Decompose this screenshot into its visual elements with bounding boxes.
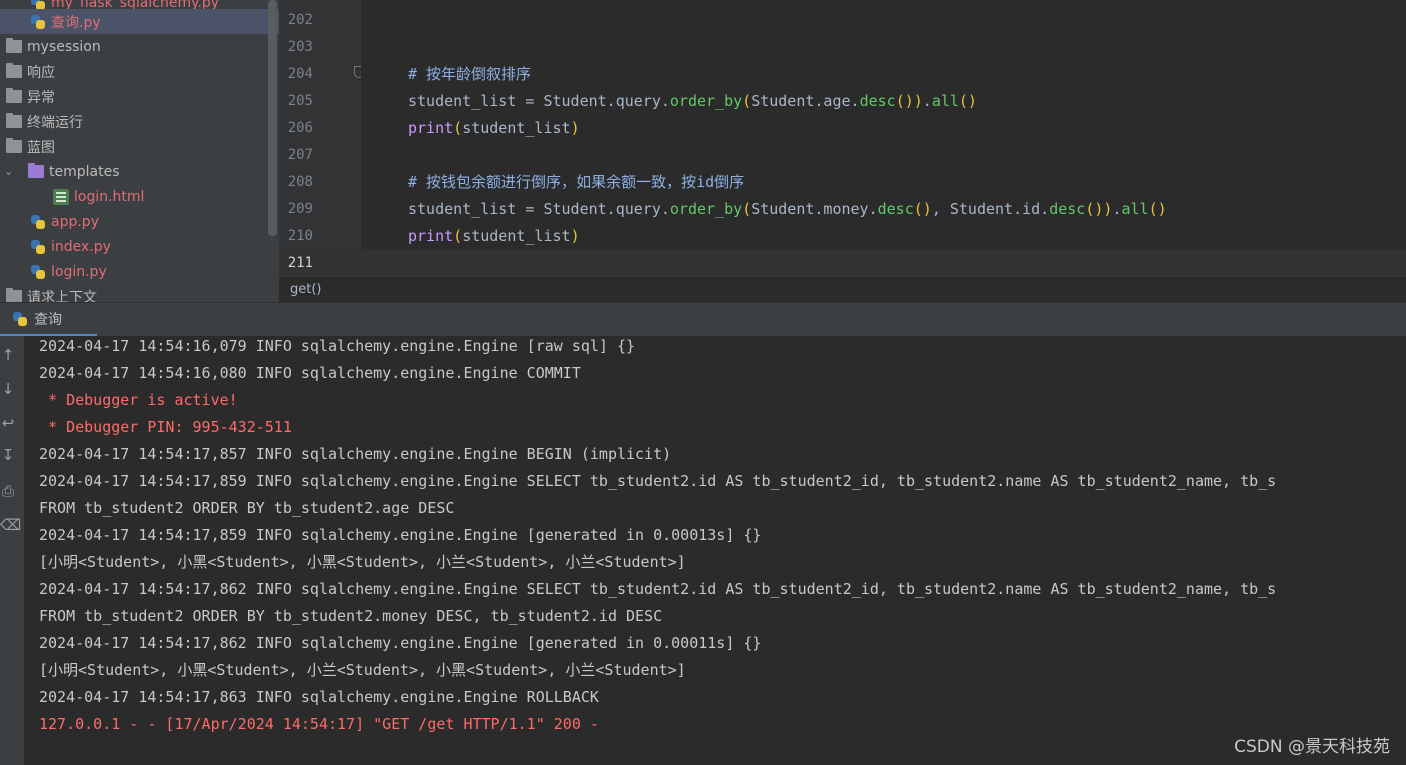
arrow-down-icon[interactable]: ↓ xyxy=(0,380,16,398)
python-file-icon xyxy=(30,214,46,230)
folder-icon xyxy=(6,88,22,103)
line-number: 202 xyxy=(287,12,313,28)
console-line: 2024-04-17 14:54:16,080 INFO sqlalchemy.… xyxy=(39,364,581,382)
console-line: 2024-04-17 14:54:17,859 INFO sqlalchemy.… xyxy=(39,472,1277,490)
console-line-error: * Debugger PIN: 995-432-511 xyxy=(39,418,292,436)
console-line: 2024-04-17 14:54:16,079 INFO sqlalchemy.… xyxy=(39,337,636,355)
line-number: 205 xyxy=(287,93,313,109)
code-editor[interactable]: # 按年龄倒叙排序 student_list = Student.query.o… xyxy=(361,0,1406,276)
console-line: 2024-04-17 14:54:17,859 INFO sqlalchemy.… xyxy=(39,526,762,544)
tree-scrollbar[interactable] xyxy=(268,0,277,236)
tab-run-query[interactable]: 查询 xyxy=(0,303,97,337)
tree-folder-blueprint[interactable]: 蓝图 xyxy=(0,134,279,159)
code-line-209: student_list = Student.query.order_by(St… xyxy=(408,200,1167,218)
code-line-204: # 按年龄倒叙排序 xyxy=(408,65,532,83)
python-file-icon xyxy=(30,264,46,280)
folder-icon xyxy=(6,63,22,78)
code-line-210: print(student_list) xyxy=(408,227,580,245)
line-number: 203 xyxy=(287,39,313,55)
tree-folder-templates[interactable]: ⌄ templates xyxy=(0,159,279,184)
code-line-206: print(student_list) xyxy=(408,119,580,137)
console-line: 2024-04-17 14:54:17,862 INFO sqlalchemy.… xyxy=(39,634,762,652)
tree-folder-terminal-run[interactable]: 终端运行 xyxy=(0,109,279,134)
current-line-highlight xyxy=(361,249,1406,276)
tree-file-app[interactable]: app.py xyxy=(0,209,279,234)
python-run-icon xyxy=(12,311,28,327)
folder-icon xyxy=(6,113,22,128)
console-line: FROM tb_student2 ORDER BY tb_student2.mo… xyxy=(39,607,663,625)
tree-folder-mysession[interactable]: mysession xyxy=(0,34,279,59)
console-line: 2024-04-17 14:54:17,857 INFO sqlalchemy.… xyxy=(39,445,672,463)
trash-icon[interactable]: ⌫ xyxy=(0,516,21,534)
breadcrumb[interactable]: get() xyxy=(279,276,1406,302)
arrow-up-icon[interactable]: ↑ xyxy=(0,346,16,364)
python-file-icon xyxy=(30,14,46,30)
code-line-208: # 按钱包余额进行倒序，如果余额一致，按id倒序 xyxy=(408,173,745,191)
folder-icon xyxy=(6,138,22,153)
chevron-down-icon[interactable]: ⌄ xyxy=(4,165,18,178)
line-number: 207 xyxy=(287,147,313,163)
tree-file-index[interactable]: index.py xyxy=(0,234,279,259)
tree-file-query[interactable]: 查询.py xyxy=(0,9,279,34)
print-icon[interactable]: ⎙ xyxy=(0,482,16,500)
console-line: 2024-04-17 14:54:17,863 INFO sqlalchemy.… xyxy=(39,688,599,706)
tree-folder-exception[interactable]: 异常 xyxy=(0,84,279,109)
soft-wrap-icon[interactable]: ↩ xyxy=(0,414,16,432)
console-line-error: * Debugger is active! xyxy=(39,391,238,409)
html-file-icon xyxy=(53,188,69,205)
line-number-current: 211 xyxy=(287,255,313,271)
line-number: 209 xyxy=(287,201,313,217)
line-number: 204 xyxy=(287,66,313,82)
console-line: [小明<Student>, 小黑<Student>, 小黑<Student>, … xyxy=(39,553,686,571)
folder-icon xyxy=(6,38,22,53)
console-line: FROM tb_student2 ORDER BY tb_student2.ag… xyxy=(39,499,455,517)
code-line-205: student_list = Student.query.order_by(St… xyxy=(408,92,977,110)
editor-gutter: 202 203 204 205 206 207 208 209 210 211 xyxy=(279,0,364,276)
project-tree: my_flask_sqlalchemy.py 查询.py mysession 响… xyxy=(0,0,279,302)
watermark: CSDN @景天科技苑 xyxy=(1234,737,1390,757)
python-file-icon xyxy=(30,239,46,255)
console-line: 2024-04-17 14:54:17,862 INFO sqlalchemy.… xyxy=(39,580,1277,598)
breadcrumb-function[interactable]: get() xyxy=(290,282,322,297)
scroll-to-end-icon[interactable]: ↧ xyxy=(0,446,16,464)
console-output[interactable]: 2024-04-17 14:54:16,079 INFO sqlalchemy.… xyxy=(24,336,1406,765)
console-line-error: 127.0.0.1 - - [17/Apr/2024 14:54:17] "GE… xyxy=(39,715,599,733)
template-folder-icon xyxy=(28,163,44,178)
run-window-header: 查询 xyxy=(0,302,1406,337)
tree-file-login[interactable]: login.py xyxy=(0,259,279,284)
tree-file-login-html[interactable]: login.html xyxy=(0,184,279,209)
line-number: 206 xyxy=(287,120,313,136)
run-toolbar: ↑ ↓ ↩ ↧ ⎙ ⌫ xyxy=(0,336,24,765)
tree-folder-request-context[interactable]: 请求上下文 xyxy=(0,284,279,302)
folder-icon xyxy=(6,288,22,302)
line-number: 210 xyxy=(287,228,313,244)
tree-folder-response[interactable]: 响应 xyxy=(0,59,279,84)
line-number: 208 xyxy=(287,174,313,190)
console-line: [小明<Student>, 小黑<Student>, 小兰<Student>, … xyxy=(39,661,686,679)
